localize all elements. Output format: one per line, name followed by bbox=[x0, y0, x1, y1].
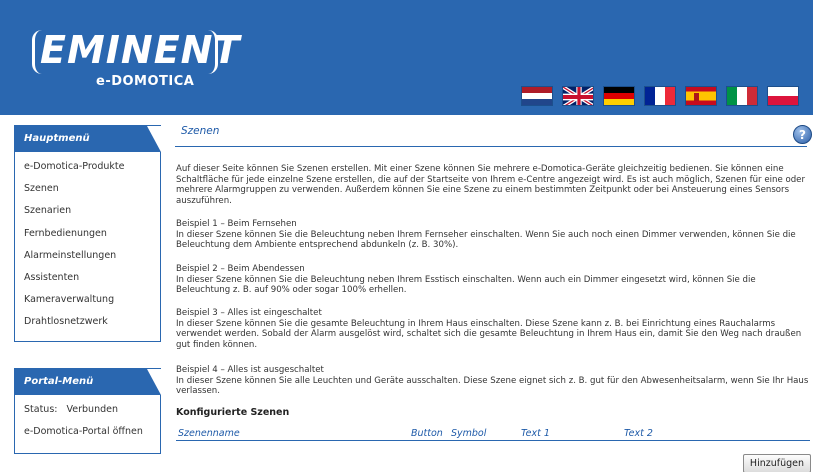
col-text1: Text 1 bbox=[521, 428, 550, 439]
intro-text: Auf dieser Seite können Sie Szenen erste… bbox=[176, 164, 805, 206]
help-icon[interactable]: ? bbox=[793, 125, 812, 144]
portal-status: Status: Verbunden bbox=[15, 399, 160, 421]
example-heading: Beispiel 3 – Alles ist eingeschaltet bbox=[176, 308, 322, 318]
example-2: Beispiel 2 – Beim Abendessen In dieser S… bbox=[176, 264, 809, 296]
example-4: Beispiel 4 – Alles ist ausgeschaltet In … bbox=[176, 365, 809, 397]
example-text: In dieser Szene können Sie die Beleuchtu… bbox=[176, 229, 796, 251]
uk-flag[interactable] bbox=[562, 86, 594, 106]
col-text2: Text 2 bbox=[624, 428, 653, 439]
it-flag[interactable] bbox=[726, 86, 758, 106]
title-bar: Szenen ? bbox=[175, 123, 812, 147]
logo-subtitle: e-DOMOTICA bbox=[96, 74, 195, 89]
example-heading: Beispiel 4 – Alles ist ausgeschaltet bbox=[176, 365, 324, 375]
col-button: Button bbox=[411, 428, 443, 439]
menu-item-products[interactable]: e-Domotica-Produkte bbox=[15, 156, 160, 178]
menu-item-wireless-network[interactable]: Drahtlosnetzwerk bbox=[15, 311, 160, 333]
configured-scenes-title: Konfigurierte Szenen bbox=[176, 407, 290, 418]
menu-item-scenes[interactable]: Szenen bbox=[15, 178, 160, 200]
col-symbol: Symbol bbox=[451, 428, 487, 439]
header: EMINENT e-DOMOTICA bbox=[0, 0, 813, 115]
example-1: Beispiel 1 – Beim Fernsehen In dieser Sz… bbox=[176, 219, 809, 251]
example-text: In dieser Szene können Sie die Beleuchtu… bbox=[176, 274, 756, 296]
example-text: In dieser Szene können Sie die gesamte B… bbox=[176, 318, 802, 350]
fr-flag[interactable] bbox=[644, 86, 676, 106]
open-portal-link[interactable]: e-Domotica-Portal öffnen bbox=[15, 421, 160, 443]
example-text: In dieser Szene können Sie alle Leuchten… bbox=[176, 375, 809, 397]
main-menu-title: Hauptmenü bbox=[15, 126, 161, 152]
status-label: Status: bbox=[24, 404, 58, 415]
menu-item-scenarios[interactable]: Szenarien bbox=[15, 200, 160, 222]
portal-menu: Portal-Menü Status: Verbunden e-Domotica… bbox=[14, 368, 161, 454]
example-3: Beispiel 3 – Alles ist eingeschaltet In … bbox=[176, 308, 809, 350]
es-crest-icon bbox=[694, 93, 699, 101]
col-scene-name: Szenenname bbox=[178, 428, 240, 439]
pl-flag[interactable] bbox=[767, 86, 799, 106]
page-title: Szenen bbox=[181, 125, 220, 137]
main-content: Szenen ? Auf dieser Seite können Sie Sze… bbox=[171, 119, 812, 472]
nl-flag[interactable] bbox=[521, 86, 553, 106]
portal-menu-title: Portal-Menü bbox=[15, 369, 161, 395]
es-flag[interactable] bbox=[685, 86, 717, 106]
de-flag[interactable] bbox=[603, 86, 635, 106]
logo-word: EMINENT bbox=[40, 28, 241, 72]
add-button[interactable]: Hinzufügen bbox=[742, 454, 811, 472]
menu-item-assistants[interactable]: Assistenten bbox=[15, 267, 160, 289]
main-menu: Hauptmenü e-Domotica-Produkte Szenen Sze… bbox=[14, 125, 161, 342]
eminent-logo: EMINENT e-DOMOTICA bbox=[32, 28, 239, 98]
scenes-table-header: Szenenname Button Symbol Text 1 Text 2 bbox=[176, 428, 810, 441]
example-heading: Beispiel 2 – Beim Abendessen bbox=[176, 264, 305, 274]
language-flags bbox=[521, 86, 799, 106]
status-value: Verbunden bbox=[66, 404, 118, 415]
menu-item-remotes[interactable]: Fernbedienungen bbox=[15, 223, 160, 245]
menu-item-alarm-settings[interactable]: Alarmeinstellungen bbox=[15, 245, 160, 267]
example-heading: Beispiel 1 – Beim Fernsehen bbox=[176, 219, 297, 229]
menu-item-camera-management[interactable]: Kameraverwaltung bbox=[15, 289, 160, 311]
